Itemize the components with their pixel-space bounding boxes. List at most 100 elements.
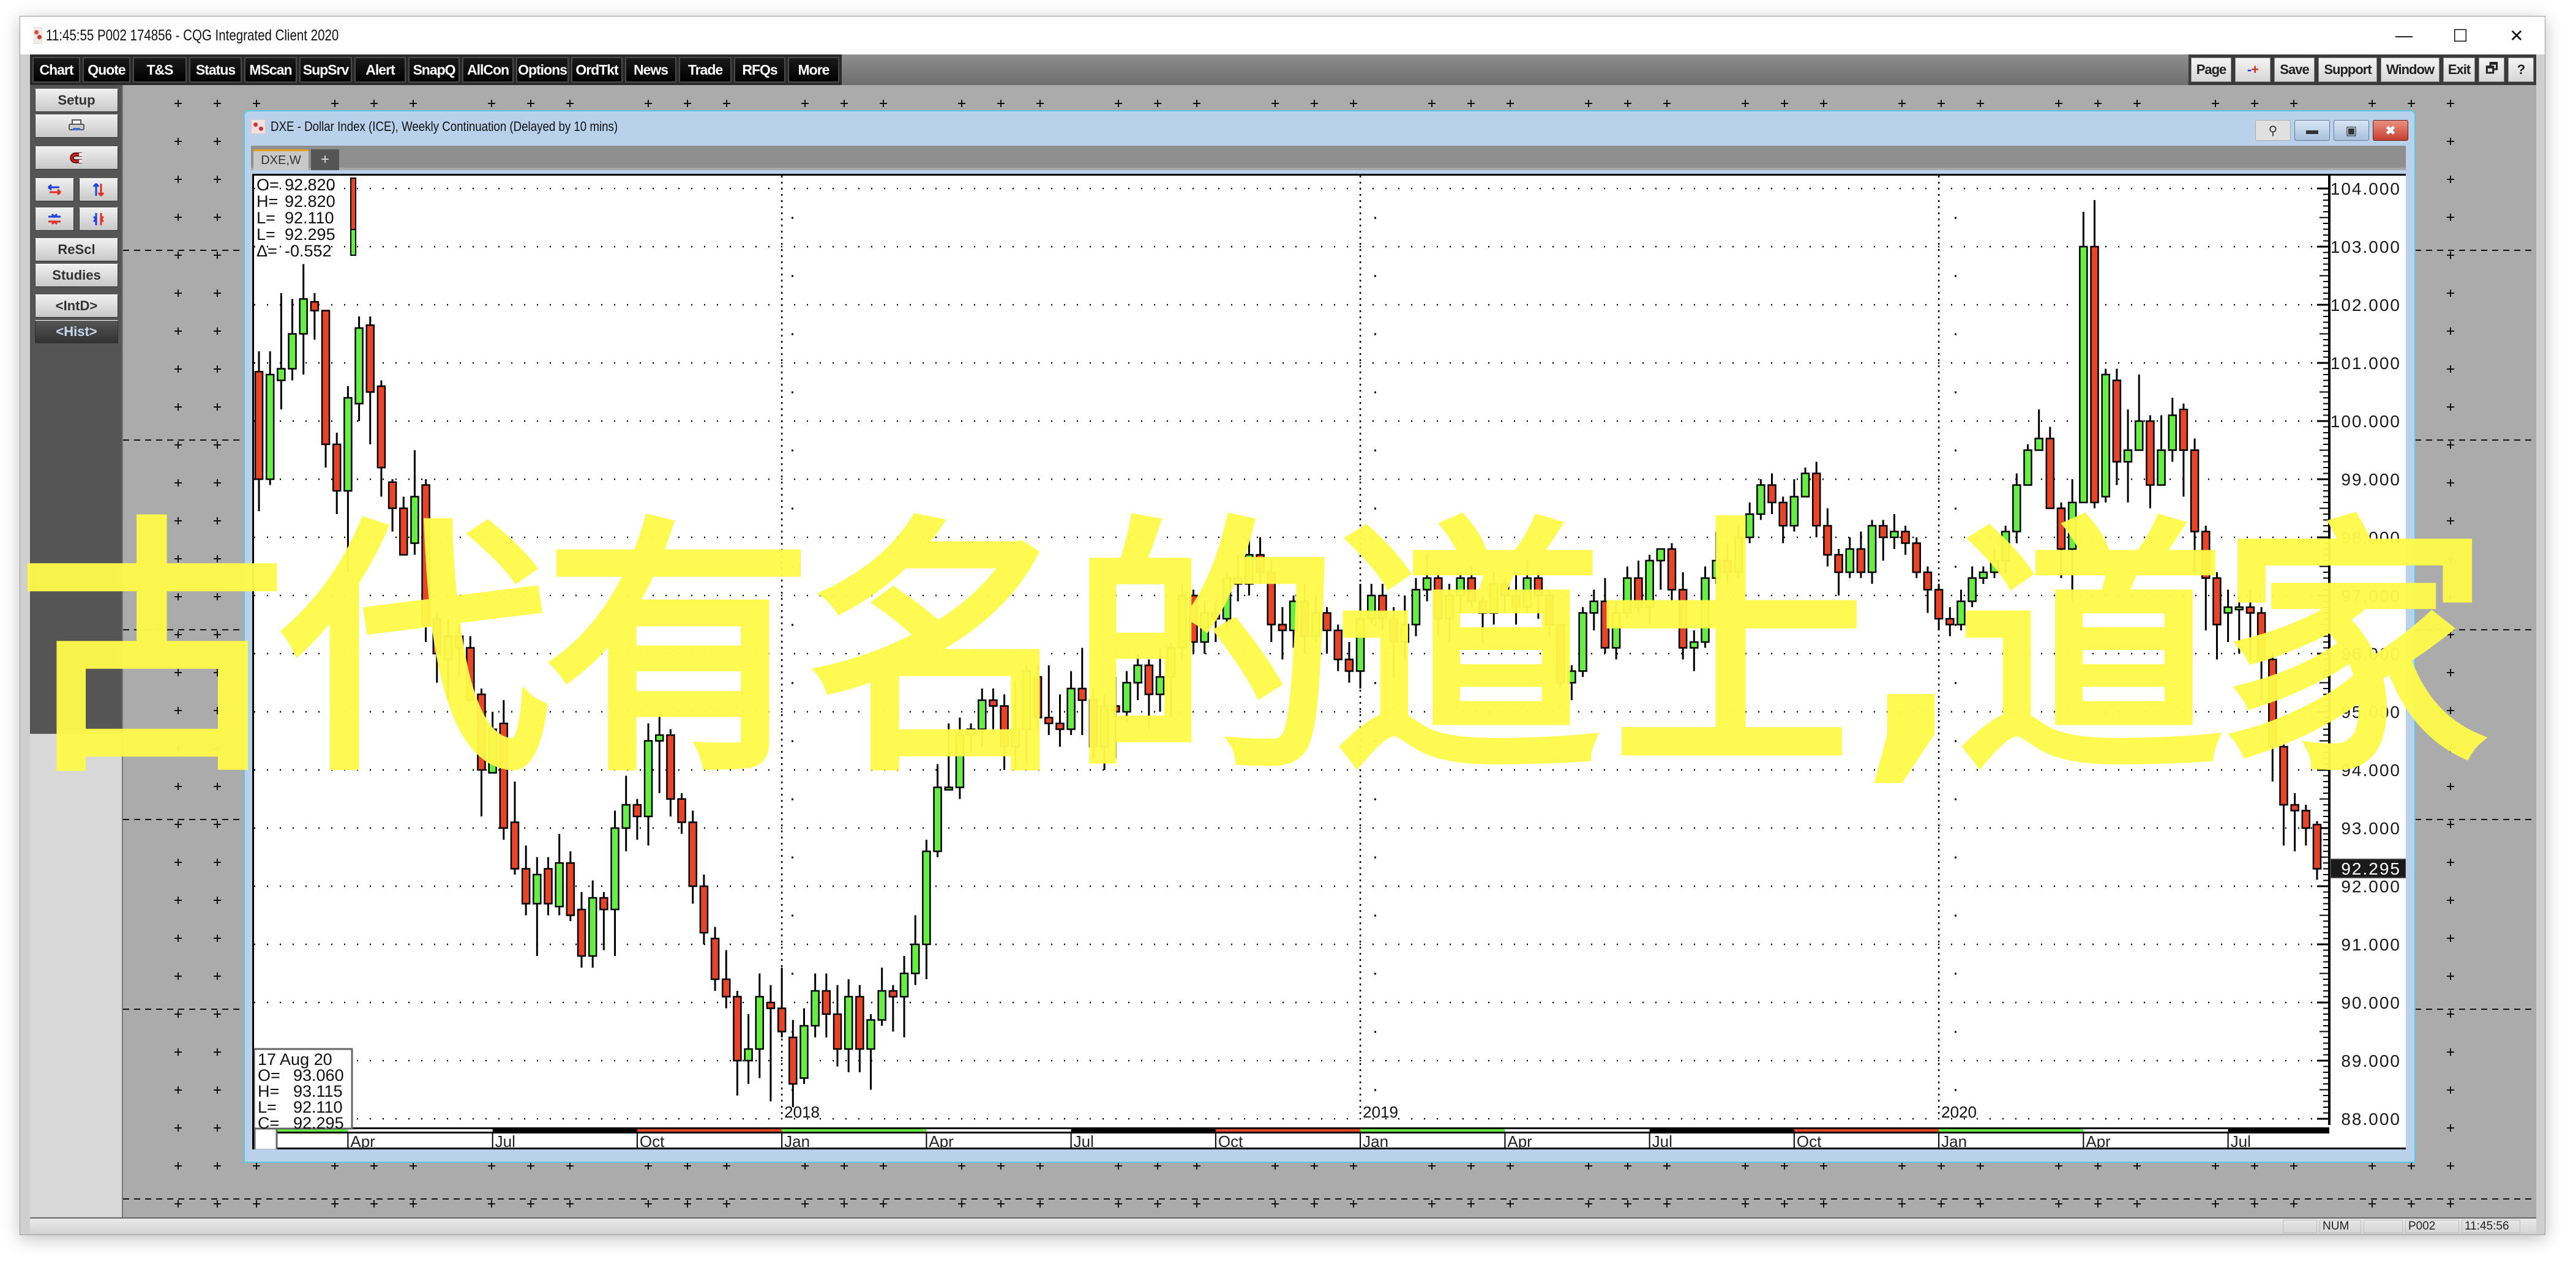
top-readout-row: Δ= -0.552 [256, 242, 332, 260]
magnet-button[interactable] [35, 146, 118, 170]
rescale-button[interactable]: ReScl [35, 238, 118, 261]
workspace-plus-marker [2447, 555, 2454, 562]
compress-vertical-button[interactable] [79, 178, 118, 201]
workspace-plus-marker [1938, 1200, 1945, 1208]
toolbar-button-rfqs[interactable]: RFQs [734, 57, 785, 83]
workspace-plus-marker [1154, 100, 1161, 107]
toolbar-button-ordtkt[interactable]: OrdTkt [571, 57, 623, 83]
toolbar-button-alert[interactable]: Alert [354, 57, 406, 83]
intraday-button[interactable]: <IntD> [35, 294, 118, 318]
toolbar-button-news[interactable]: News [625, 57, 676, 83]
x-axis-tick-label: Oct [640, 1132, 665, 1149]
toolbar-button-status[interactable]: Status [189, 57, 242, 83]
toolbar-button-window[interactable]: Window [2381, 58, 2439, 82]
studies-button[interactable]: Studies [35, 264, 118, 287]
toolbar-button-options[interactable]: Options [516, 57, 569, 83]
candle [1222, 572, 1232, 630]
expand-horizontal-button[interactable] [35, 207, 74, 231]
candle [1690, 630, 1699, 671]
pin-button[interactable]: ⚲ [2255, 120, 2291, 141]
workspace-plus-marker [2290, 1162, 2297, 1170]
minimize-button[interactable]: — [2376, 17, 2432, 54]
candle-body-down [1856, 548, 1866, 573]
candle [877, 968, 886, 1026]
candle-body-down [566, 862, 575, 916]
candle [1144, 659, 1154, 730]
readout-label: H= [256, 192, 278, 211]
candle [788, 1020, 798, 1107]
toolbar-button-page[interactable]: Page [2191, 58, 2231, 82]
candle-body-down [699, 885, 709, 934]
close-button[interactable]: ✕ [2488, 17, 2545, 54]
candle-body-down [599, 897, 608, 911]
toolbar-button-save[interactable]: Save [2274, 58, 2315, 82]
candle-body-up [654, 734, 664, 742]
candle-body-down [2146, 420, 2155, 486]
candle-body-up [1867, 525, 1877, 573]
add-tab-button[interactable]: + [311, 149, 339, 170]
grid-dot [792, 333, 793, 335]
candle-body-down [1811, 472, 1821, 527]
toolbar-button-supsrv[interactable]: SupSrv [299, 57, 352, 83]
candle [1022, 665, 1032, 764]
workspace-plus-marker [997, 100, 1005, 107]
candle [1968, 566, 1977, 607]
readout-label: L= [256, 225, 275, 244]
candle [388, 479, 397, 532]
toolbar-button-trade[interactable]: Trade [679, 57, 732, 83]
historical-button[interactable]: <Hist> [35, 320, 118, 343]
grid-dot [1374, 973, 1376, 975]
print-button[interactable] [35, 114, 118, 138]
candlestick-chart[interactable]: 104.000 103.000 102.000 101.000 100.000 99.00… [253, 176, 2406, 1151]
toolbar-button-exit[interactable]: Exit [2443, 58, 2475, 82]
workspace-plus-marker [410, 1200, 417, 1208]
toolbar-button-zoom[interactable]: - + [2235, 58, 2271, 82]
workspace-plus-marker [174, 1124, 182, 1132]
candle-body-up [1645, 559, 1654, 608]
workspace-plus-marker [1428, 1162, 1436, 1170]
candle-body-down [666, 734, 675, 800]
workspace-plus-marker [174, 935, 182, 942]
candle [1400, 596, 1410, 660]
candle-body-up [643, 740, 653, 818]
chart-close-button[interactable]: ✖ [2373, 120, 2408, 141]
candle [1122, 671, 1131, 723]
workspace-plus-marker [1898, 1162, 1906, 1170]
x-axis-tick-label: Jan [1941, 1132, 1967, 1149]
maximize-button[interactable]: ☐ [2432, 17, 2488, 54]
toolbar-button-ts[interactable]: T&S [133, 57, 187, 83]
workspace-plus-marker [880, 100, 887, 107]
toolbar-button-quote[interactable]: Quote [83, 57, 130, 83]
workspace-plus-marker [1428, 1200, 1436, 1208]
compress-horizontal-button[interactable] [35, 178, 74, 201]
toolbar-button-chart[interactable]: Chart [32, 57, 80, 83]
toolbar-button-help[interactable]: ? [2508, 58, 2534, 82]
tab-dxe-weekly[interactable]: DXE,W [253, 149, 309, 170]
toolbar-button-support[interactable]: Support [2318, 58, 2377, 82]
candle [766, 985, 776, 1102]
toolbar-button-mscan[interactable]: MScan [244, 57, 297, 83]
chart-restore-button[interactable]: ▣ [2334, 120, 2369, 141]
workspace-plus-marker [880, 1200, 887, 1208]
candle [1745, 502, 1754, 543]
workspace-plus-marker [214, 252, 221, 259]
candle [777, 968, 787, 1037]
toolbar-button-allcon[interactable]: AllCon [462, 57, 514, 83]
workspace-plus-marker [214, 138, 221, 145]
workspace-plus-marker [2447, 1010, 2454, 1018]
x-axis-tick-label: Jan [784, 1132, 810, 1149]
candle-body-down [544, 868, 553, 905]
workspace-plus-marker [2447, 897, 2454, 904]
toolbar-button-restore[interactable]: 🗗 [2479, 58, 2504, 82]
setup-button[interactable]: Setup [35, 89, 118, 112]
toolbar-button-snapq[interactable]: SnapQ [408, 57, 460, 83]
grid-dot [1374, 914, 1376, 917]
candle-body-up [1099, 705, 1109, 748]
toolbar-button-more[interactable]: More [788, 57, 839, 83]
candle-body-up [2101, 373, 2110, 498]
chart-minimize-button[interactable]: ▬ [2294, 120, 2330, 141]
workspace-plus-marker [958, 100, 965, 107]
expand-vertical-button[interactable] [79, 207, 118, 231]
candle-body-up [1623, 577, 1632, 614]
workspace-plus-marker [645, 100, 652, 107]
